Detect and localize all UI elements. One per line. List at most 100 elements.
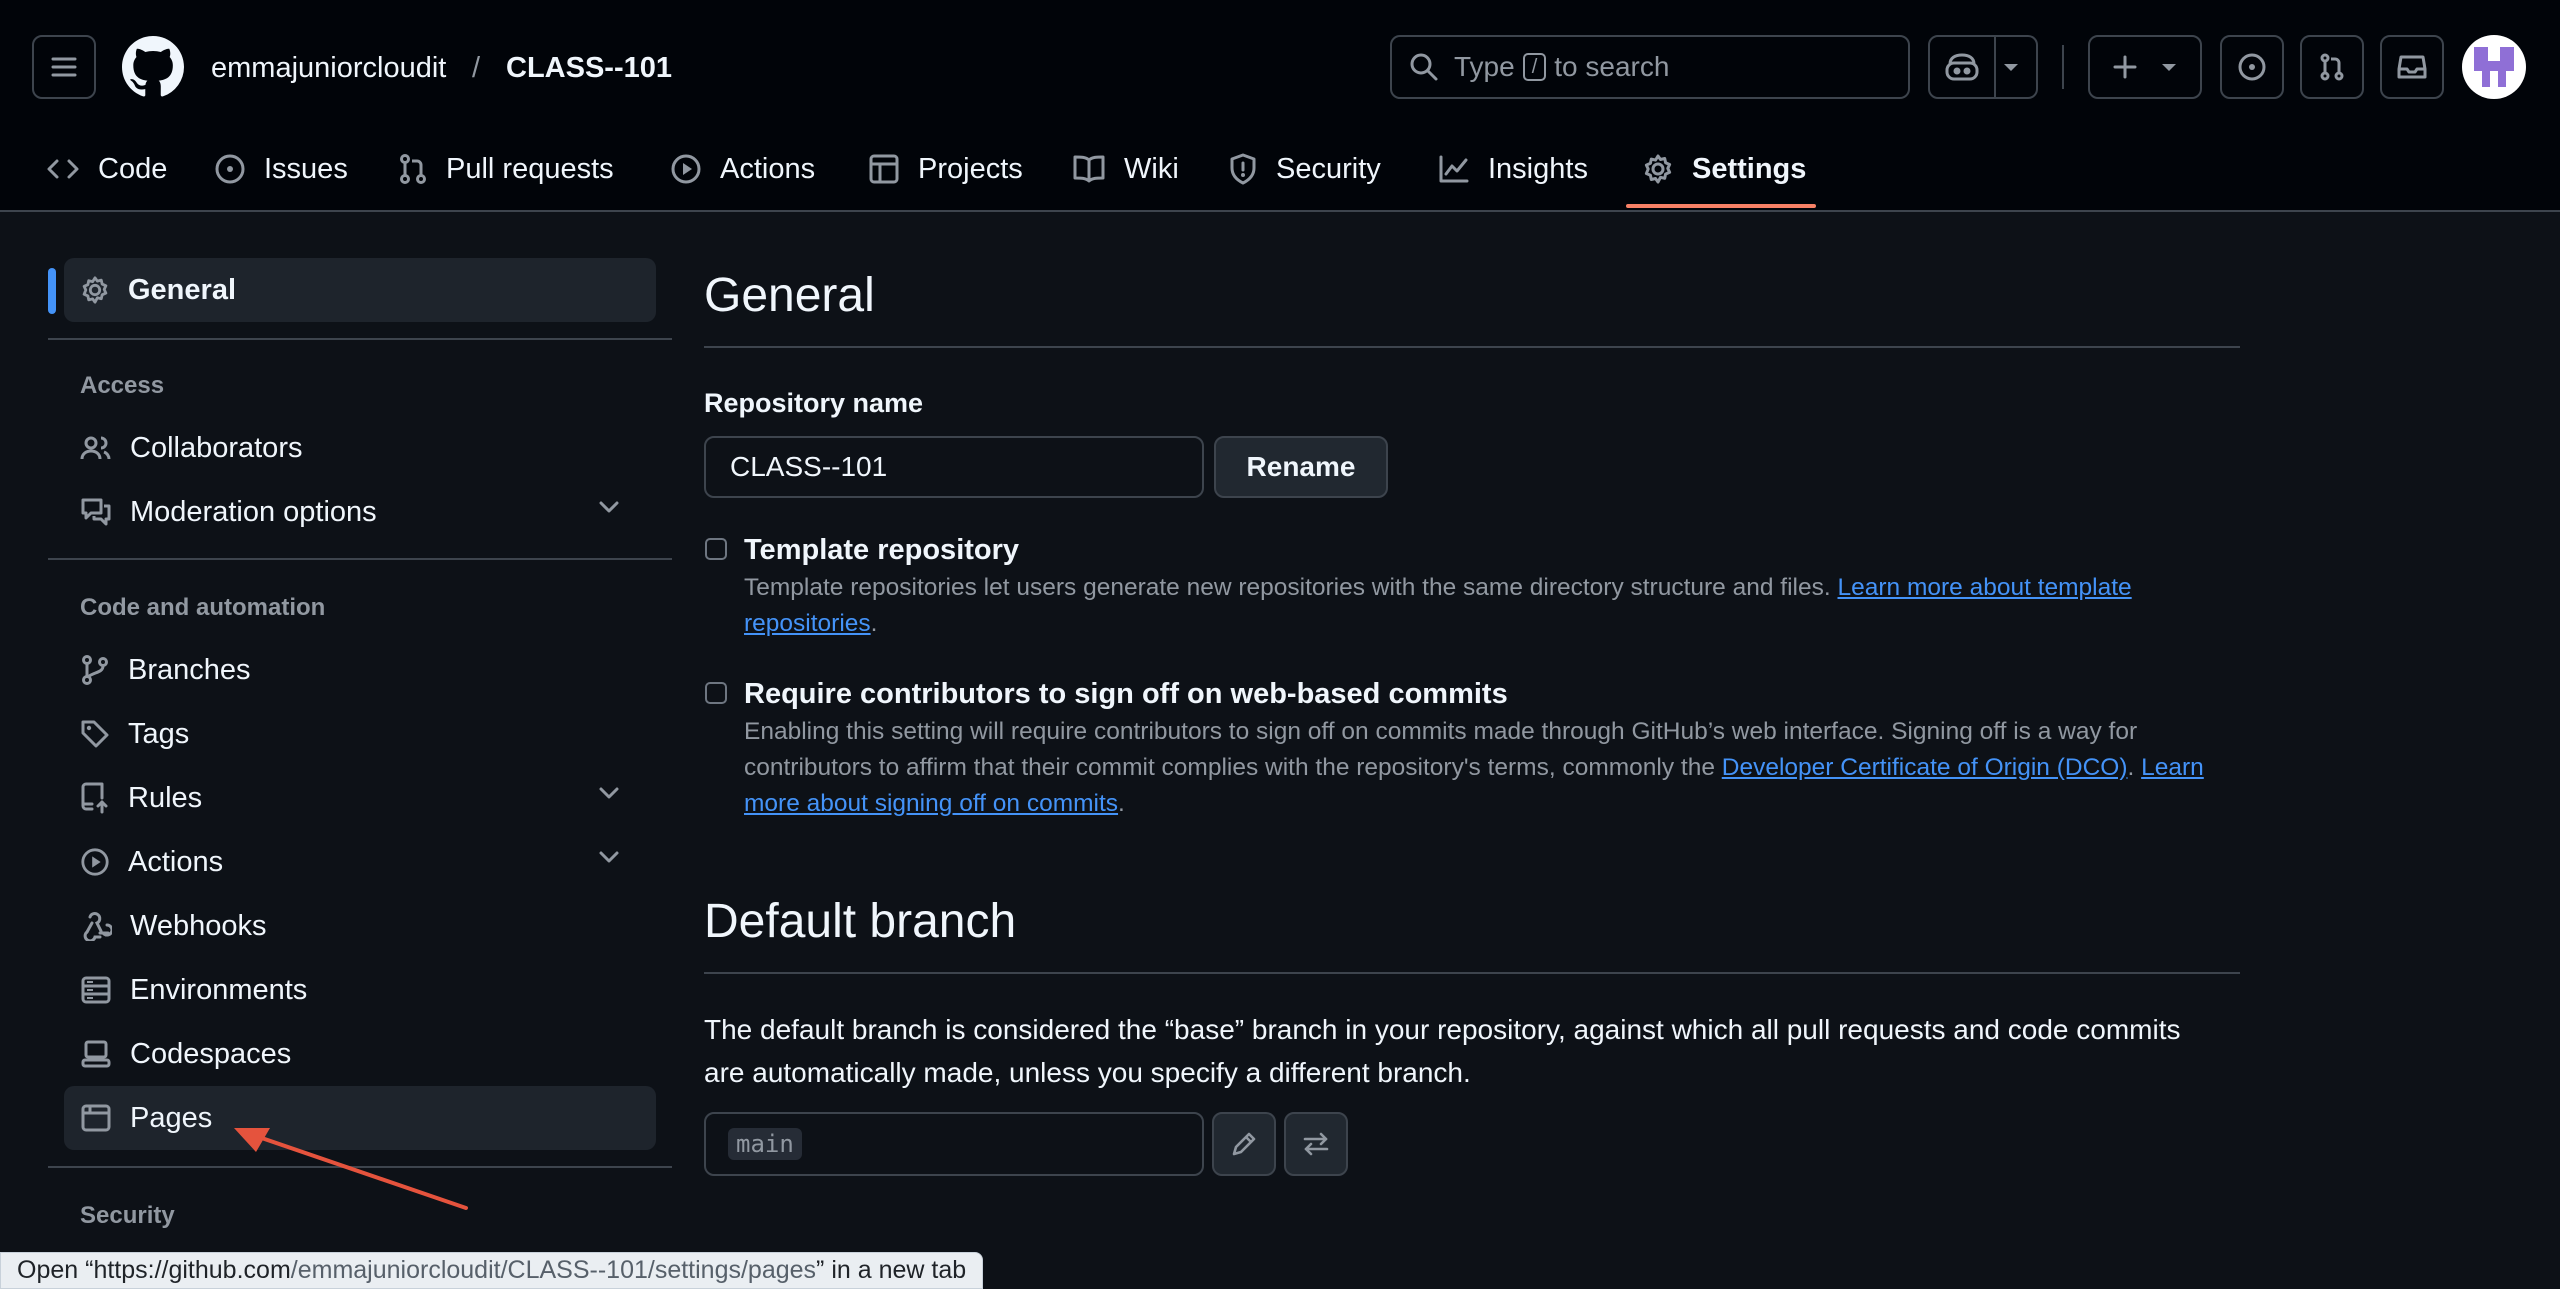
search-shortcut-key: / — [1522, 53, 1547, 81]
search-prefix: Type — [1454, 51, 1515, 82]
default-branch-field: main — [704, 1112, 1204, 1176]
signoff-description: Enabling this setting will require contr… — [744, 718, 2204, 817]
repo-nav: Code Issues Pull requests Actions Projec… — [0, 128, 2560, 210]
server-icon — [81, 976, 111, 1004]
sidebar-item-branches[interactable]: Branches — [64, 638, 656, 702]
chevron-down-icon[interactable] — [2002, 61, 2020, 73]
chevron-down-icon — [599, 851, 619, 863]
chevron-down-icon — [599, 501, 619, 513]
status-prefix: Open “ — [17, 1256, 94, 1284]
sidebar-item-label: Tags — [128, 717, 190, 750]
link-status-bar: Open “ https://github.com /emmajuniorclo… — [0, 1252, 984, 1289]
sidebar-item-label: Environments — [130, 973, 308, 1006]
sidebar-item-actions[interactable]: Actions — [64, 830, 656, 894]
tab-issues[interactable]: Issues — [214, 128, 348, 210]
table-icon — [869, 154, 899, 184]
tab-label: Security — [1276, 152, 1381, 185]
sidebar-heading-code-automation: Code and automation — [80, 594, 326, 621]
copilot-button[interactable] — [1928, 35, 2038, 99]
signoff-checkbox[interactable] — [705, 682, 727, 704]
sidebar-item-environments[interactable]: Environments — [64, 958, 656, 1022]
copilot-split-divider — [1994, 35, 1996, 99]
tab-code[interactable]: Code — [46, 128, 167, 210]
template-repository-checkbox[interactable] — [705, 538, 727, 560]
inbox-button[interactable] — [2380, 35, 2444, 99]
active-tab-indicator — [1626, 204, 1816, 208]
sidebar-heading-access: Access — [80, 372, 165, 399]
tab-pull-requests[interactable]: Pull requests — [398, 128, 614, 210]
breadcrumb-repo[interactable]: CLASS--101 — [506, 48, 672, 88]
sidebar-active-indicator — [48, 268, 56, 314]
sidebar-item-label: Rules — [128, 781, 203, 814]
menu-button[interactable] — [32, 35, 96, 99]
status-url-host: https://github.com — [93, 1256, 291, 1284]
sidebar-item-label: Branches — [128, 653, 251, 686]
github-mark-icon — [122, 36, 184, 97]
sidebar-item-rules[interactable]: Rules — [64, 766, 656, 830]
people-icon — [80, 436, 111, 460]
inbox-icon — [2397, 55, 2427, 79]
identicon-icon — [2474, 47, 2514, 87]
search-input[interactable]: Type / to search — [1390, 35, 1910, 99]
pull-requests-button[interactable] — [2300, 35, 2364, 99]
signoff-title: Require contributors to sign off on web-… — [744, 678, 1508, 710]
create-new-button[interactable] — [2088, 35, 2202, 99]
sidebar-item-moderation-options[interactable]: Moderation options — [64, 480, 656, 544]
template-repository-title: Template repository — [744, 534, 1020, 566]
sidebar-item-label: Pages — [130, 1101, 213, 1134]
tab-settings[interactable]: Settings — [1642, 128, 1806, 210]
sidebar-divider — [48, 558, 672, 560]
breadcrumb-owner[interactable]: emmajuniorcloudit — [211, 48, 446, 88]
tab-wiki[interactable]: Wiki — [1072, 128, 1179, 210]
play-icon — [81, 848, 109, 876]
gear-icon — [1644, 154, 1672, 184]
annotation-arrow-icon — [234, 1128, 468, 1210]
pencil-icon — [1232, 1132, 1256, 1156]
dco-link[interactable]: Developer Certificate of Origin (DCO) — [1722, 754, 2128, 781]
rename-button[interactable]: Rename — [1214, 436, 1388, 498]
browser-icon — [81, 1104, 111, 1132]
chevron-down-icon — [2162, 64, 2176, 71]
git-branch-icon — [82, 655, 108, 685]
page-title: General — [704, 269, 875, 322]
search-icon — [1410, 53, 1438, 81]
repo-name-label: Repository name — [704, 388, 924, 418]
tab-label: Issues — [264, 152, 348, 185]
avatar[interactable] — [2462, 35, 2526, 99]
book-icon — [1073, 155, 1105, 183]
sidebar-item-collaborators[interactable]: Collaborators — [64, 416, 656, 480]
rename-branch-button[interactable] — [1212, 1112, 1276, 1176]
tab-insights[interactable]: Insights — [1438, 128, 1588, 210]
repo-name-input[interactable]: CLASS--101 — [704, 436, 1204, 498]
code-icon — [47, 159, 79, 179]
sidebar-divider — [48, 338, 672, 340]
issues-button[interactable] — [2220, 35, 2284, 99]
sidebar-item-webhooks[interactable]: Webhooks — [64, 894, 656, 958]
default-branch-description: The default branch is considered the “ba… — [704, 1014, 2181, 1088]
tab-projects[interactable]: Projects — [868, 128, 1023, 210]
tab-security[interactable]: Security — [1228, 128, 1381, 210]
tab-label: Projects — [918, 152, 1023, 185]
default-branch-heading: Default branch — [704, 895, 1017, 948]
sidebar-item-tags[interactable]: Tags — [64, 702, 656, 766]
gear-icon — [82, 276, 108, 304]
graph-icon — [1439, 155, 1469, 183]
webhook-icon — [83, 912, 112, 941]
codespaces-icon — [81, 1040, 111, 1068]
default-branch-value: main — [728, 1128, 802, 1160]
tab-label: Actions — [720, 152, 816, 185]
play-icon — [671, 154, 701, 184]
tab-actions[interactable]: Actions — [670, 128, 815, 210]
sidebar-item-general[interactable]: General — [64, 258, 656, 322]
comment-discussion-icon — [81, 498, 111, 526]
switch-branch-button[interactable] — [1284, 1112, 1348, 1176]
sidebar-item-codespaces[interactable]: Codespaces — [64, 1022, 656, 1086]
github-logo[interactable] — [122, 36, 184, 98]
search-suffix: to search — [1554, 51, 1670, 82]
sidebar-item-label: Actions — [128, 845, 224, 878]
tab-label: Code — [98, 152, 168, 185]
tab-label: Wiki — [1124, 152, 1179, 185]
pull-request-icon — [400, 154, 426, 184]
plus-icon — [2113, 55, 2137, 79]
repo-name-value: CLASS--101 — [730, 451, 888, 482]
